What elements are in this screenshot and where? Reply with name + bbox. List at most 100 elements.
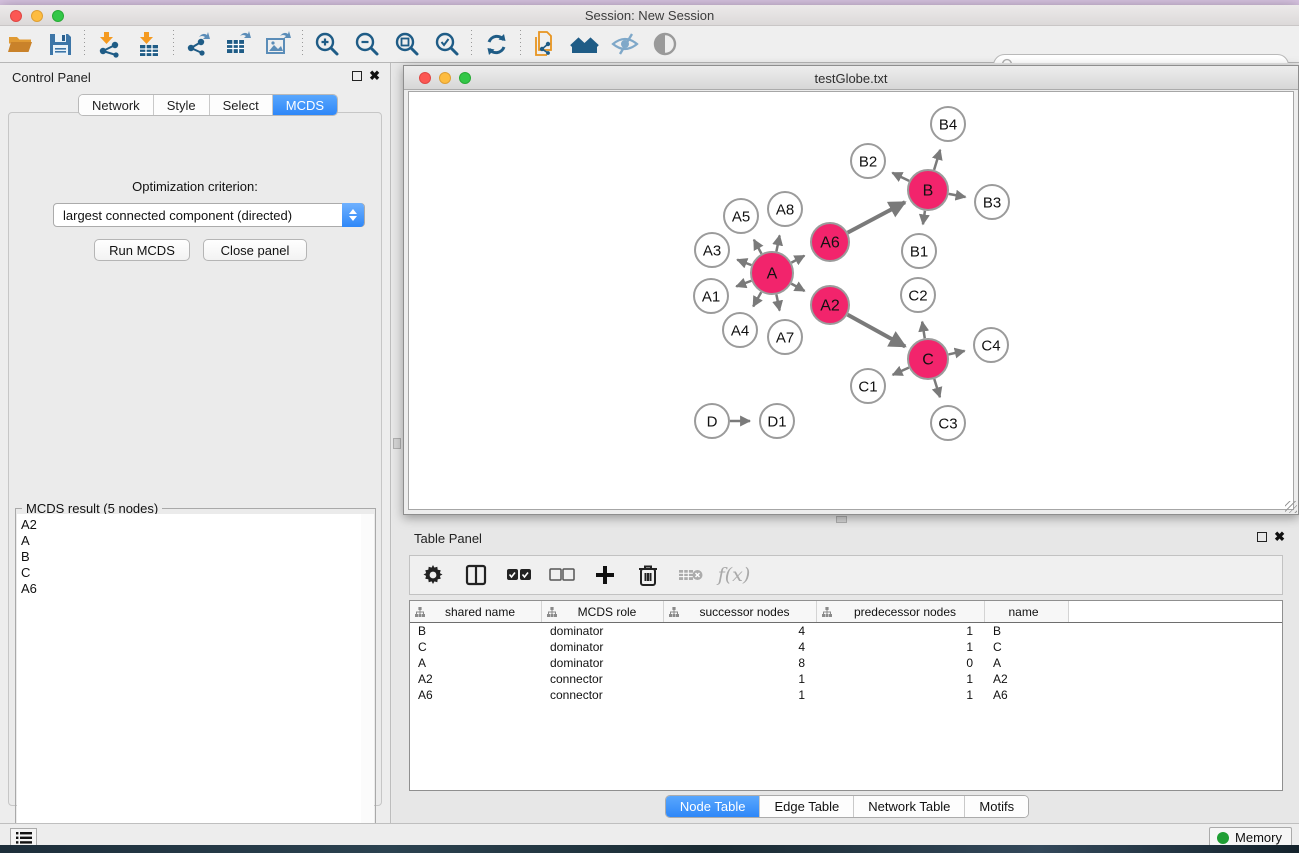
graph-edge-A-A2[interactable] — [791, 284, 804, 291]
table-cell[interactable]: dominator — [542, 655, 664, 671]
vertical-splitter-handle[interactable] — [393, 438, 401, 449]
table-cell[interactable]: 1 — [664, 671, 817, 687]
add-column-button[interactable] — [592, 562, 618, 588]
tab-select[interactable]: Select — [210, 95, 273, 115]
function-builder-button[interactable]: f(x) — [721, 562, 747, 588]
table-cell[interactable]: A6 — [985, 687, 1069, 703]
mcds-list-scrollbar[interactable] — [361, 514, 374, 842]
table-row[interactable]: Adominator80A — [410, 655, 1282, 671]
tab-network-table[interactable]: Network Table — [854, 796, 965, 817]
graph-node-B2[interactable]: B2 — [851, 144, 885, 178]
float-panel-icon[interactable] — [1257, 532, 1267, 542]
table-cell[interactable]: 4 — [664, 623, 817, 639]
column-header[interactable]: successor nodes — [664, 601, 817, 622]
table-cell[interactable]: A — [985, 655, 1069, 671]
table-cell[interactable]: 1 — [817, 687, 985, 703]
delete-column-button[interactable] — [635, 562, 661, 588]
optimization-criterion-dropdown[interactable]: largest connected component (directed) — [53, 203, 365, 227]
mcds-result-item[interactable]: C — [21, 565, 361, 581]
tab-mcds[interactable]: MCDS — [273, 95, 337, 115]
table-row[interactable]: Cdominator41C — [410, 639, 1282, 655]
graph-node-A8[interactable]: A8 — [768, 192, 802, 226]
graph-node-C1[interactable]: C1 — [851, 369, 885, 403]
mcds-result-item[interactable]: A2 — [21, 517, 361, 533]
graph-edge-C-C1[interactable] — [893, 368, 909, 375]
column-header[interactable]: shared name — [410, 601, 542, 622]
deselect-all-button[interactable] — [549, 562, 575, 588]
graph-edge-C-C3[interactable] — [934, 379, 940, 397]
column-view-button[interactable] — [463, 562, 489, 588]
tab-motifs[interactable]: Motifs — [965, 796, 1028, 817]
graph-node-C[interactable]: C — [908, 339, 948, 379]
table-cell[interactable]: 1 — [664, 687, 817, 703]
graph-node-B3[interactable]: B3 — [975, 185, 1009, 219]
table-row[interactable]: A6connector11A6 — [410, 687, 1282, 703]
graph-edge-A2-C[interactable] — [848, 315, 906, 347]
table-cell[interactable]: 0 — [817, 655, 985, 671]
network-window-titlebar[interactable]: testGlobe.txt — [404, 66, 1298, 90]
graph-node-A[interactable]: A — [751, 252, 793, 294]
column-header[interactable]: name — [985, 601, 1069, 622]
table-cell[interactable]: A2 — [410, 671, 542, 687]
graph-edge-B-B4[interactable] — [934, 150, 940, 170]
node-table[interactable]: shared nameMCDS rolesuccessor nodesprede… — [409, 600, 1283, 791]
graph-edge-B-B2[interactable] — [892, 173, 909, 181]
network-canvas[interactable]: B4B2BB3A8A5A6A3B1AC2A1A2A4A7C4CC1C3DD1 — [408, 91, 1294, 510]
graph-node-A4[interactable]: A4 — [723, 313, 757, 347]
graph-edge-A-A3[interactable] — [737, 260, 751, 265]
table-cell[interactable]: 1 — [817, 639, 985, 655]
table-row[interactable]: Bdominator41B — [410, 623, 1282, 639]
table-cell[interactable]: B — [410, 623, 542, 639]
graph-node-D1[interactable]: D1 — [760, 404, 794, 438]
graph-node-A3[interactable]: A3 — [695, 233, 729, 267]
gear-button[interactable] — [420, 562, 446, 588]
horizontal-splitter-handle[interactable] — [836, 516, 847, 523]
graph-edge-C-C4[interactable] — [948, 351, 964, 355]
delete-table-button[interactable] — [678, 562, 704, 588]
graph-edge-A-A4[interactable] — [753, 292, 761, 306]
window-resize-grip[interactable] — [1285, 501, 1297, 513]
graph-node-C3[interactable]: C3 — [931, 406, 965, 440]
mcds-result-item[interactable]: A6 — [21, 581, 361, 597]
graph-node-B1[interactable]: B1 — [902, 234, 936, 268]
clone-network-button[interactable] — [525, 28, 565, 60]
table-cell[interactable]: connector — [542, 671, 664, 687]
mcds-result-item[interactable]: A — [21, 533, 361, 549]
graph-node-B4[interactable]: B4 — [931, 107, 965, 141]
graph-node-A1[interactable]: A1 — [694, 279, 728, 313]
graph-edge-C-C2[interactable] — [922, 322, 925, 339]
select-all-button[interactable] — [506, 562, 532, 588]
zoom-fit-button[interactable] — [387, 28, 427, 60]
tab-edge-table[interactable]: Edge Table — [760, 796, 854, 817]
table-cell[interactable]: A2 — [985, 671, 1069, 687]
graph-node-A7[interactable]: A7 — [768, 320, 802, 354]
column-header[interactable]: predecessor nodes — [817, 601, 985, 622]
graph-edge-A-A1[interactable] — [736, 281, 751, 287]
table-cell[interactable]: 1 — [817, 671, 985, 687]
column-header[interactable]: MCDS role — [542, 601, 664, 622]
table-cell[interactable]: 4 — [664, 639, 817, 655]
table-cell[interactable]: B — [985, 623, 1069, 639]
graph-edge-B-B3[interactable] — [949, 194, 966, 197]
tab-network[interactable]: Network — [79, 95, 154, 115]
table-cell[interactable]: A — [410, 655, 542, 671]
open-session-button[interactable] — [0, 28, 40, 60]
run-mcds-button[interactable]: Run MCDS — [94, 239, 190, 261]
tab-style[interactable]: Style — [154, 95, 210, 115]
table-cell[interactable]: 1 — [817, 623, 985, 639]
mcds-result-item[interactable]: B — [21, 549, 361, 565]
graph-node-B[interactable]: B — [908, 170, 948, 210]
graph-edge-A6-B[interactable] — [848, 202, 905, 232]
graph-node-D[interactable]: D — [695, 404, 729, 438]
table-cell[interactable]: C — [985, 639, 1069, 655]
export-network-button[interactable] — [178, 28, 218, 60]
close-panel-icon[interactable]: ✖ — [369, 68, 380, 84]
graph-node-A2[interactable]: A2 — [811, 286, 849, 324]
graph-node-A5[interactable]: A5 — [724, 199, 758, 233]
zoom-out-button[interactable] — [347, 28, 387, 60]
graph-edge-A-A6[interactable] — [791, 256, 804, 263]
zoom-selected-button[interactable] — [427, 28, 467, 60]
graph-edge-A-A5[interactable] — [754, 240, 762, 254]
mcds-result-list[interactable]: A2ABCA6 — [17, 514, 362, 842]
table-cell[interactable]: connector — [542, 687, 664, 703]
